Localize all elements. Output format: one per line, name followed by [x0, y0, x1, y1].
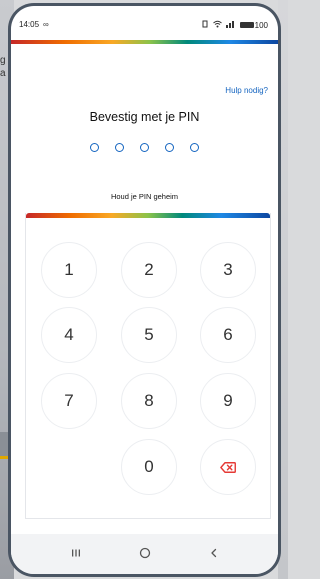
recent-apps-icon — [71, 547, 81, 561]
pin-indicator — [11, 143, 278, 152]
home-icon — [139, 547, 151, 562]
key-5[interactable]: 5 — [121, 307, 177, 363]
pin-dot — [90, 143, 99, 152]
key-6[interactable]: 6 — [200, 307, 256, 363]
key-2[interactable]: 2 — [121, 242, 177, 298]
pin-dot — [190, 143, 199, 152]
battery-level: 100 — [254, 20, 268, 30]
delete-button[interactable] — [200, 439, 256, 495]
battery-icon: 100 — [239, 20, 268, 30]
phone-screen: 14:05 ∞ 100 Hulp nodig? Bevestig met je … — [11, 6, 278, 574]
status-bar: 14:05 ∞ 100 — [11, 6, 278, 40]
pin-dot — [140, 143, 149, 152]
help-link[interactable]: Hulp nodig? — [225, 86, 268, 95]
pin-dot — [115, 143, 124, 152]
key-4[interactable]: 4 — [41, 307, 97, 363]
pin-title: Bevestig met je PIN — [89, 110, 200, 124]
key-1[interactable]: 1 — [41, 242, 97, 298]
wifi-icon — [212, 20, 222, 30]
backspace-icon — [220, 461, 236, 473]
infinity-icon: ∞ — [43, 19, 49, 29]
key-7[interactable]: 7 — [41, 373, 97, 429]
key-9[interactable]: 9 — [200, 373, 256, 429]
keypad-rainbow-bar — [26, 213, 270, 218]
pin-secret-note: Houd je PIN geheim — [110, 192, 179, 201]
key-8[interactable]: 8 — [121, 373, 177, 429]
status-time: 14:05 — [19, 20, 40, 29]
signal-icon — [225, 20, 236, 30]
keypad: 1 2 3 4 5 6 7 8 9 0 — [25, 213, 271, 519]
home-button[interactable] — [130, 539, 160, 569]
phone-frame: 14:05 ∞ 100 Hulp nodig? Bevestig met je … — [8, 3, 281, 577]
navigation-bar — [11, 534, 278, 574]
vibrate-icon — [201, 20, 209, 30]
key-3[interactable]: 3 — [200, 242, 256, 298]
pin-dot — [165, 143, 174, 152]
status-rainbow-bar — [11, 40, 278, 44]
back-icon — [209, 547, 219, 561]
key-0[interactable]: 0 — [121, 439, 177, 495]
back-button[interactable] — [199, 539, 229, 569]
recent-apps-button[interactable] — [61, 539, 91, 569]
